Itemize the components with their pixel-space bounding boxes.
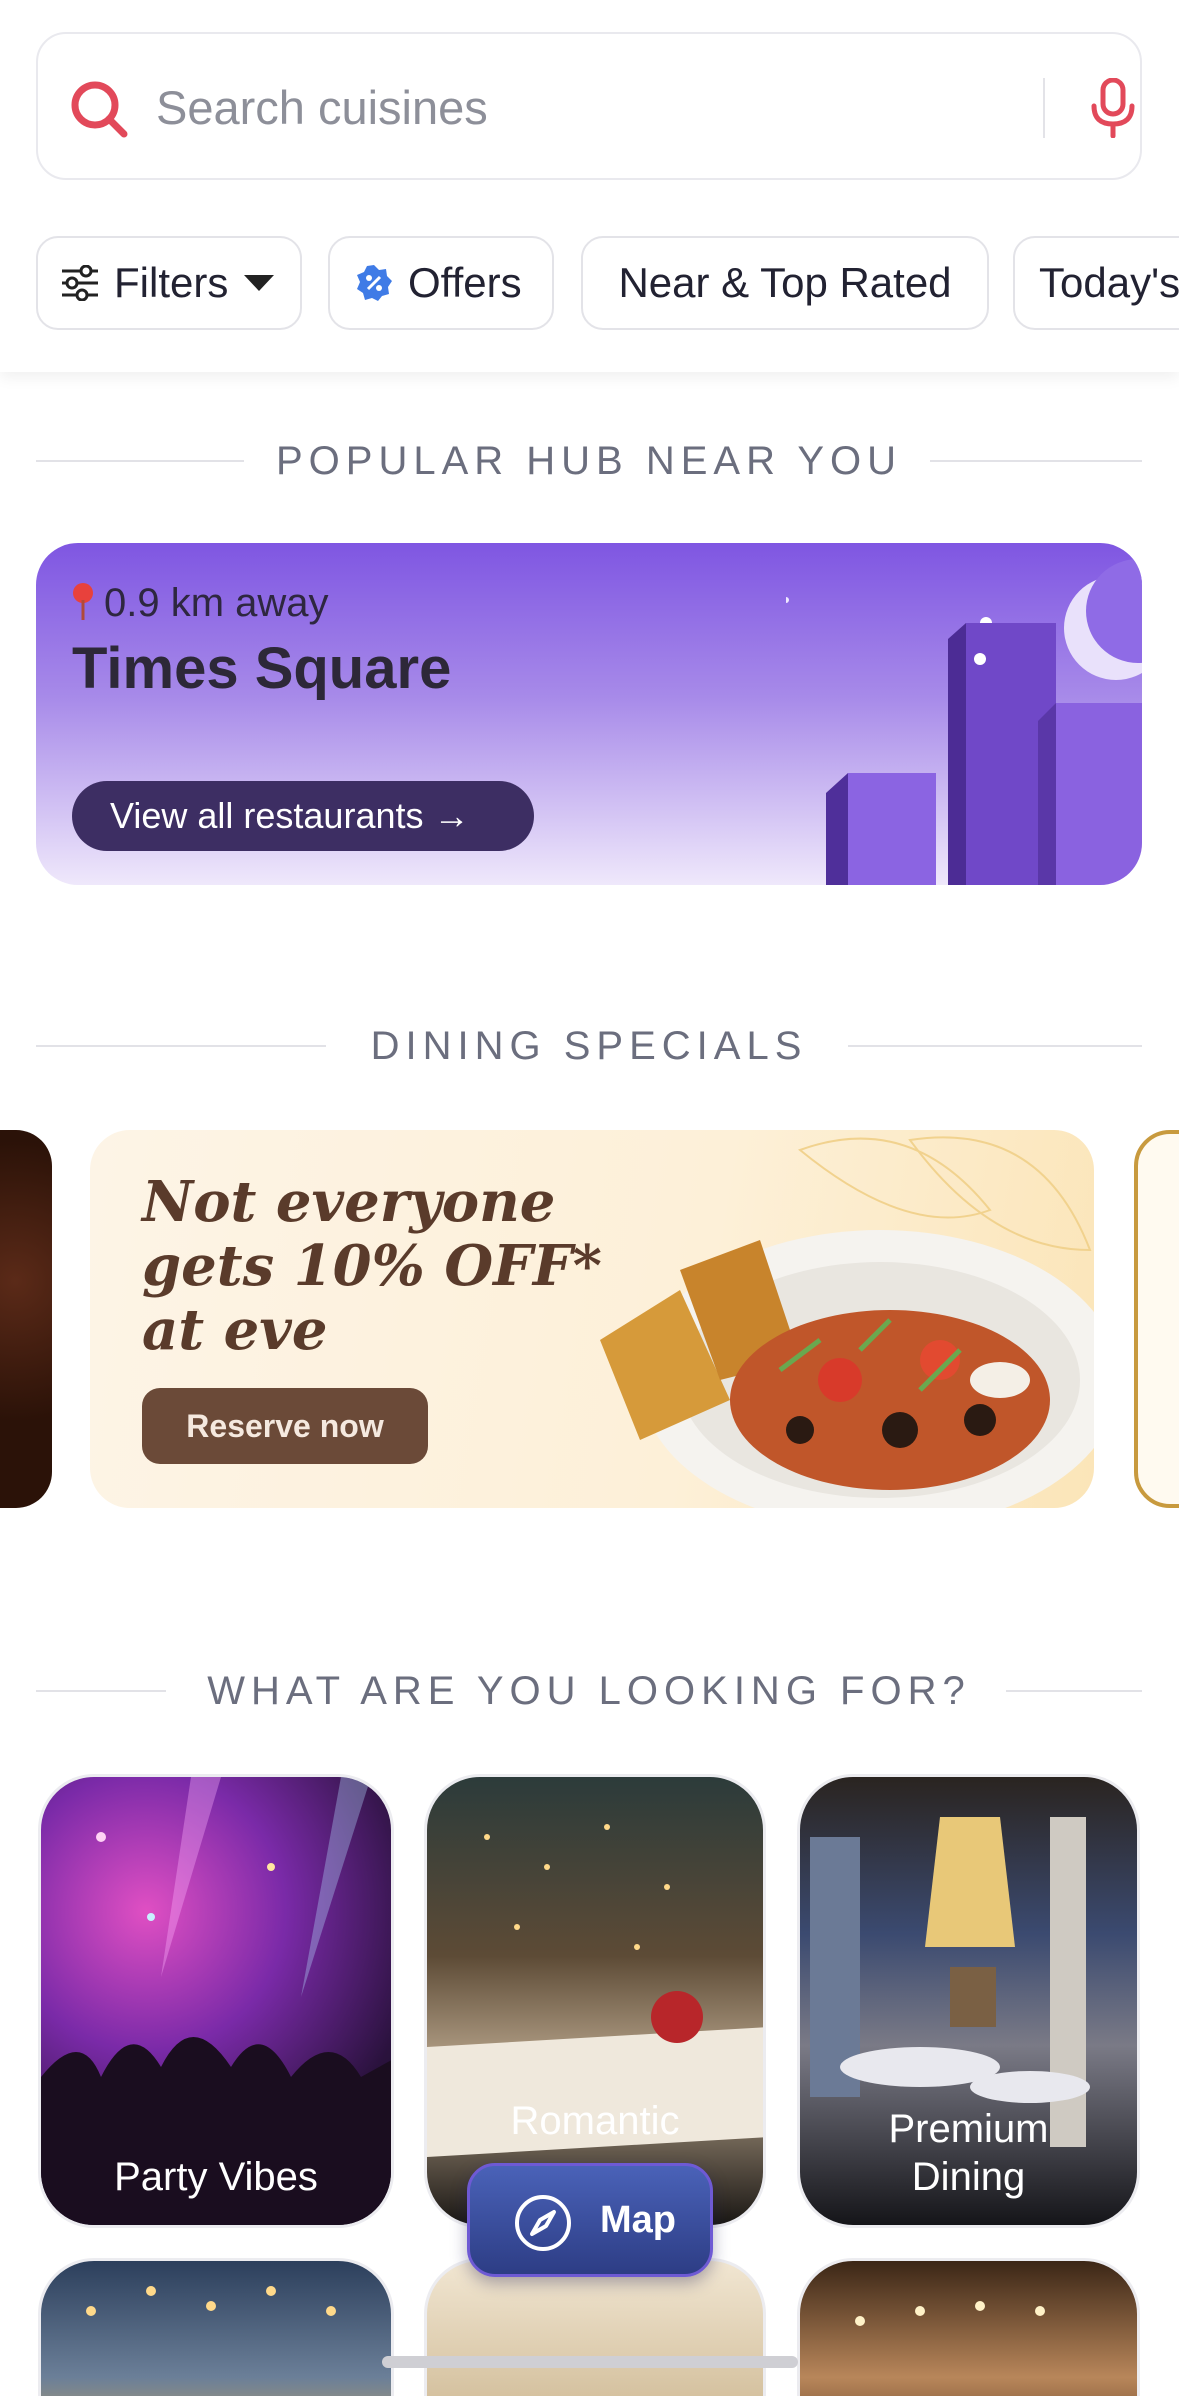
hub-distance: 0.9 km away — [70, 581, 329, 626]
search-divider — [1043, 78, 1045, 138]
compass-icon — [515, 2195, 571, 2251]
category-label: Romantic — [510, 2099, 680, 2143]
romantic-image — [427, 1824, 763, 2157]
section-header-dining-specials: DINING SPECIALS — [36, 1016, 1142, 1076]
sliders-icon — [62, 265, 98, 301]
chevron-down-icon — [244, 275, 275, 291]
offers-label: Offers — [408, 259, 522, 306]
hub-distance-text: 0.9 km away — [104, 581, 329, 625]
category-premium-dining[interactable]: Premium Dining — [797, 1774, 1140, 2228]
offers-chip[interactable]: Offers — [328, 236, 554, 330]
near-top-rated-label: Near & Top Rated — [618, 259, 952, 306]
home-indicator[interactable] — [382, 2356, 798, 2368]
special-headline: Not everyone gets 10% OFF* at eve — [142, 1170, 612, 1362]
bar-interior-image — [855, 2301, 1045, 2326]
previous-special-card[interactable] — [0, 1130, 52, 1508]
section-title: DINING SPECIALS — [370, 1024, 808, 1068]
reserve-now-button[interactable]: Reserve now — [142, 1388, 428, 1464]
view-all-restaurants-button[interactable]: View all restaurants → — [72, 781, 534, 851]
category-party-vibes[interactable]: Party Vibes — [38, 1774, 394, 2228]
section-header-popular-hub: POPULAR HUB NEAR YOU — [36, 431, 1142, 491]
section-header-looking-for: WHAT ARE YOU LOOKING FOR? — [36, 1661, 1142, 1721]
discount-badge-icon — [357, 265, 392, 301]
headline-line: Not everyone — [142, 1169, 556, 1235]
map-label: Map — [600, 2199, 676, 2241]
category-label-line: Dining — [911, 2155, 1026, 2199]
popular-hub-card[interactable]: 0.9 km away Times Square View all restau… — [36, 543, 1142, 885]
section-title: POPULAR HUB NEAR YOU — [275, 439, 903, 483]
screen: Search cuisines Filters Offers Near & To… — [0, 0, 1179, 2396]
todays-label: Today's — [1039, 259, 1179, 306]
category-label: Premium Dining — [800, 2105, 1137, 2201]
search-icon — [71, 81, 128, 138]
search-input[interactable]: Search cuisines — [156, 34, 488, 182]
pasta-dish-image — [600, 1230, 1094, 1508]
hub-title: Times Square — [72, 636, 452, 701]
category-card[interactable] — [424, 2258, 766, 2396]
location-pin-icon — [73, 583, 93, 620]
microphone-icon[interactable] — [1088, 78, 1138, 138]
category-card[interactable] — [38, 2258, 394, 2396]
near-top-rated-chip[interactable]: Near & Top Rated — [581, 236, 989, 330]
rooftop-lights-image — [86, 2286, 336, 2316]
search-bar[interactable]: Search cuisines — [36, 32, 1142, 180]
city-skyline-illustration — [786, 559, 1142, 885]
headline-line: at eve — [142, 1297, 328, 1363]
map-button[interactable]: Map — [467, 2163, 713, 2277]
headline-line: gets 10% OFF* — [142, 1233, 602, 1299]
category-card[interactable] — [797, 2258, 1140, 2396]
filter-chips: Filters Offers Near & Top Rated Today's — [36, 236, 1179, 330]
todays-chip[interactable]: Today's — [1013, 236, 1179, 330]
filters-label: Filters — [114, 259, 229, 306]
category-romantic[interactable]: Romantic — [424, 1774, 766, 2228]
filters-chip[interactable]: Filters — [36, 236, 302, 330]
next-special-card[interactable] — [1134, 1130, 1179, 1508]
category-label: Party Vibes — [114, 2155, 318, 2199]
section-title: WHAT ARE YOU LOOKING FOR? — [207, 1669, 971, 1713]
header: Search cuisines Filters Offers Near & To… — [0, 0, 1179, 372]
dining-special-card[interactable]: Not everyone gets 10% OFF* at eve Reserv… — [90, 1130, 1094, 1508]
category-label-line: Premium — [888, 2107, 1049, 2151]
